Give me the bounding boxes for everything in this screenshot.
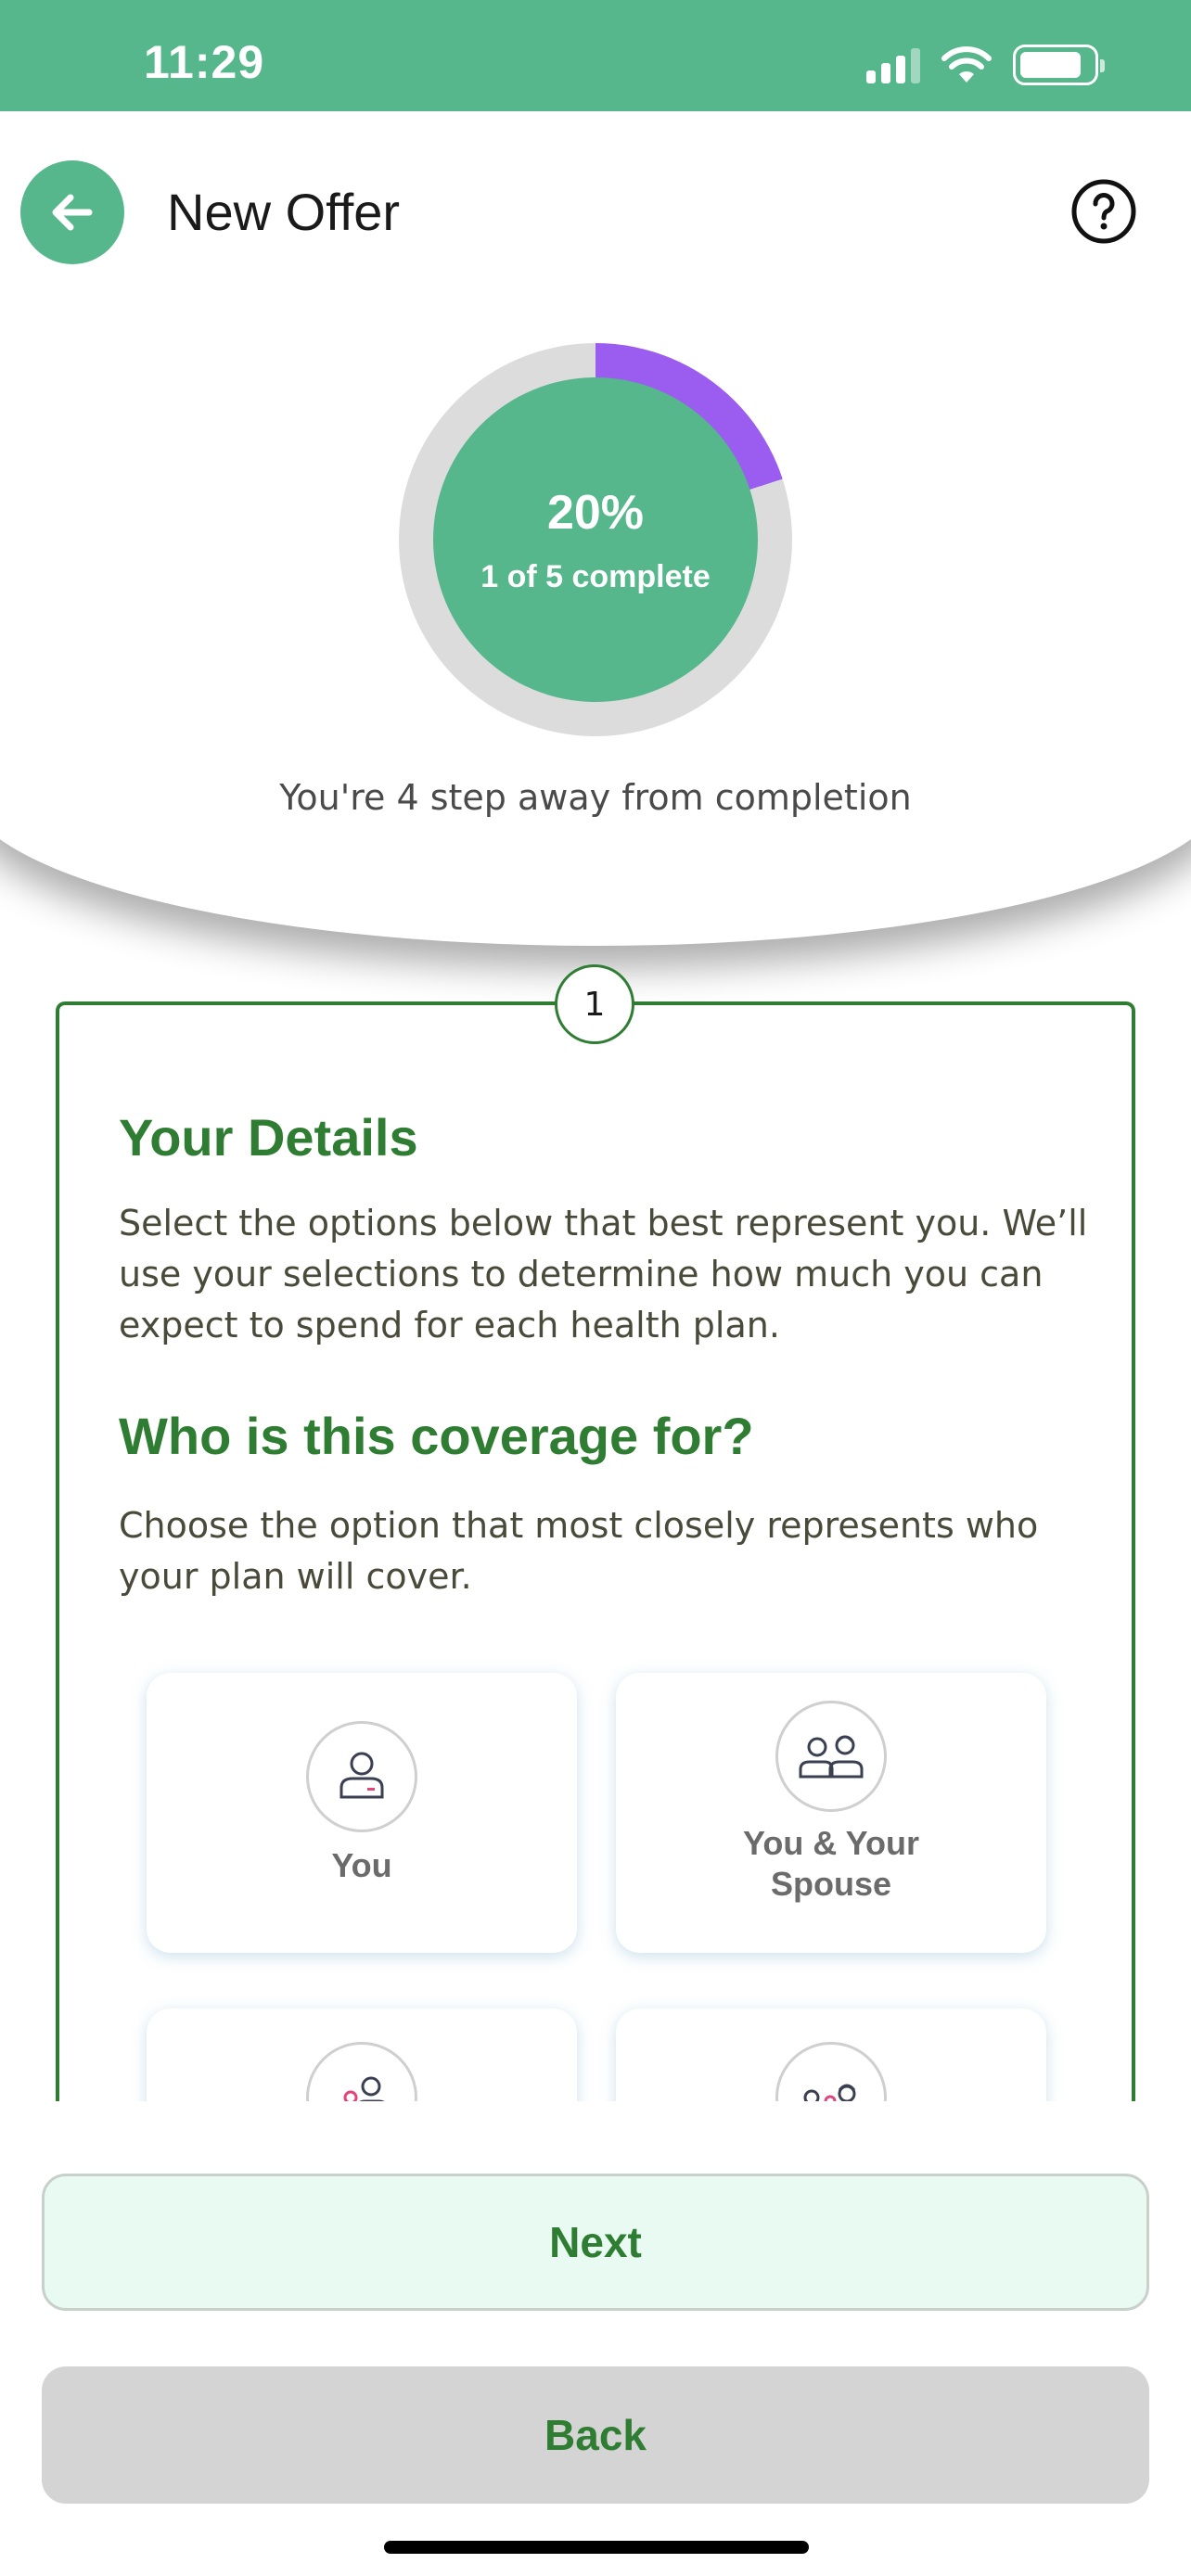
back-button[interactable]: Back — [42, 2366, 1149, 2504]
status-icons — [866, 45, 1105, 85]
completion-message: You're 4 step away from completion — [279, 777, 912, 818]
coverage-question: Who is this coverage for? — [119, 1407, 754, 1465]
option-you-and-spouse[interactable]: You & Your Spouse — [616, 1673, 1046, 1953]
option-family[interactable] — [616, 2009, 1046, 2114]
step-title: Your Details — [119, 1108, 418, 1167]
wifi-icon — [941, 46, 992, 83]
arrow-left-icon — [52, 194, 93, 231]
option-you-and-child[interactable] — [147, 2009, 577, 2114]
progress-label: 1 of 5 complete — [480, 558, 711, 594]
progress-center: 20% 1 of 5 complete — [433, 377, 758, 702]
bottom-actions: Next Back — [0, 2101, 1191, 2576]
next-button[interactable]: Next — [42, 2174, 1149, 2311]
option-label: You — [331, 1846, 392, 1884]
option-label: You & Your Spouse — [742, 1824, 919, 1903]
back-nav-button[interactable] — [20, 160, 124, 264]
battery-icon — [1013, 45, 1105, 85]
person-icon — [306, 1721, 417, 1832]
home-indicator — [384, 2541, 809, 2554]
signal-icon — [866, 46, 920, 83]
couple-icon — [775, 1701, 887, 1812]
option-you[interactable]: You — [147, 1673, 577, 1953]
step-description: Select the options below that best repre… — [119, 1203, 1088, 1345]
battery-level — [1020, 52, 1081, 78]
progress-percent: 20% — [546, 485, 645, 540]
header: New Offer — [0, 111, 1191, 315]
status-time: 11:29 — [144, 36, 265, 88]
page-title: New Offer — [167, 183, 401, 241]
step-number-badge: 1 — [555, 964, 634, 1044]
status-bar: 11:29 — [0, 0, 1191, 111]
help-icon[interactable] — [1070, 178, 1137, 245]
coverage-hint: Choose the option that most closely repr… — [119, 1505, 1039, 1597]
step-card: Your Details Select the options below th… — [56, 1001, 1135, 2114]
